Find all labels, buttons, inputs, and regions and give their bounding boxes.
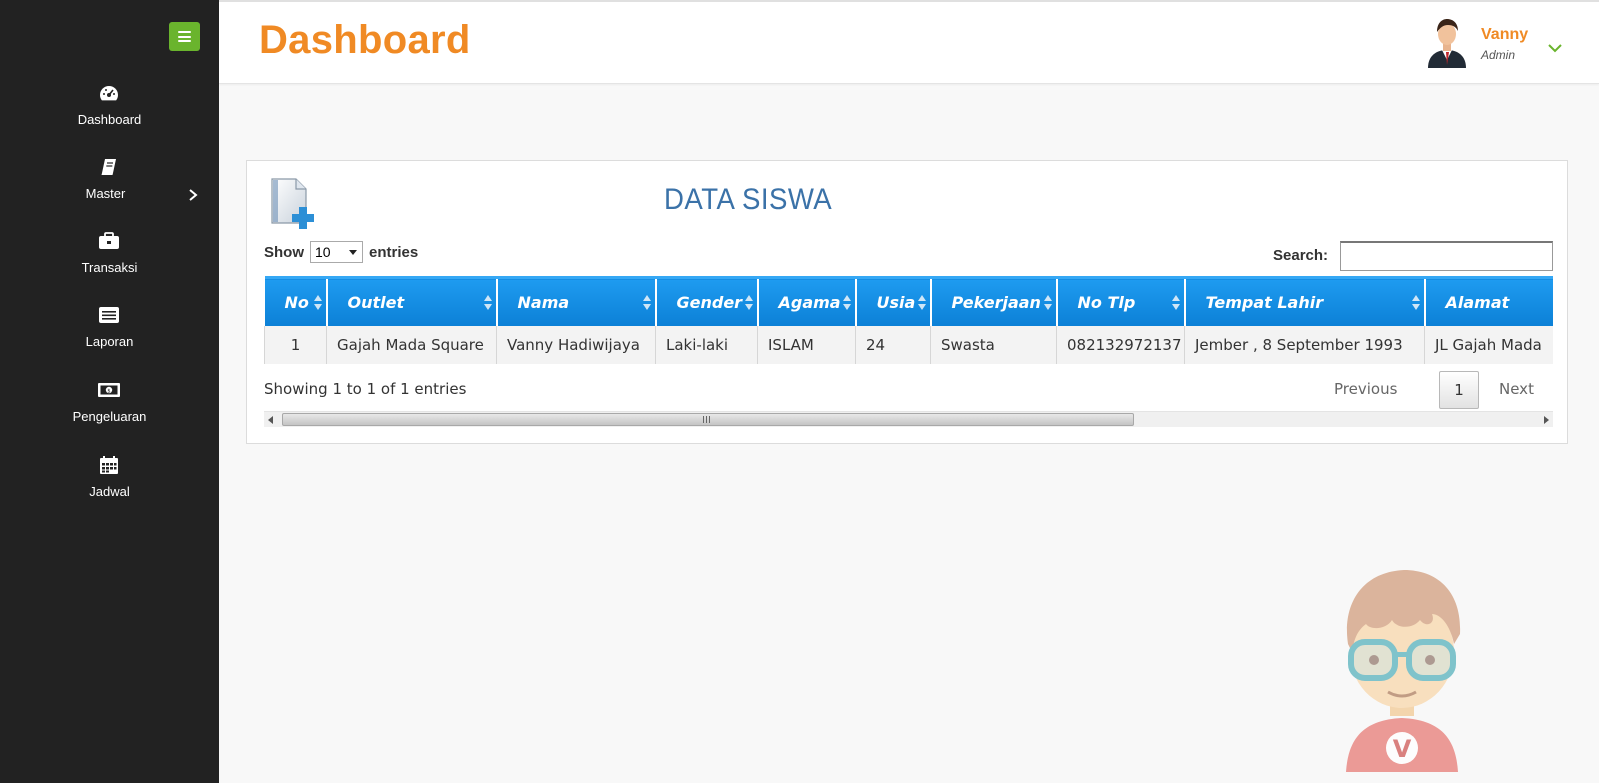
column-header-nama[interactable]: Nama bbox=[496, 276, 657, 326]
column-header-usia[interactable]: Usia bbox=[855, 276, 932, 326]
column-header-alamat[interactable]: Alamat bbox=[1424, 276, 1553, 326]
cell-usia: 24 bbox=[855, 325, 931, 364]
table-info: Showing 1 to 1 of 1 entries bbox=[264, 380, 467, 398]
chevron-right-icon bbox=[189, 189, 198, 201]
dashboard-gauge-icon bbox=[97, 82, 121, 104]
sort-icon bbox=[842, 295, 851, 311]
sort-icon bbox=[1171, 295, 1180, 311]
search-label: Search: bbox=[1273, 247, 1329, 264]
cell-gender: Laki-laki bbox=[655, 325, 758, 364]
sidebar-item-dashboard[interactable]: Dashboard bbox=[0, 82, 219, 144]
caret-down-icon bbox=[349, 250, 357, 255]
sort-icon bbox=[313, 295, 322, 311]
cell-agama: ISLAM bbox=[757, 325, 856, 364]
page-title: Dashboard bbox=[259, 18, 471, 62]
scroll-left-icon[interactable] bbox=[268, 416, 273, 424]
data-table: No Outlet Nama Gender Agama Usia Pekerja… bbox=[264, 276, 1553, 364]
calendar-icon bbox=[97, 454, 121, 476]
sidebar-item-label: Master bbox=[85, 186, 126, 201]
svg-text:V: V bbox=[1393, 735, 1412, 763]
mascot-illustration: V bbox=[1346, 570, 1461, 772]
table-header-row: No Outlet Nama Gender Agama Usia Pekerja… bbox=[264, 276, 1553, 326]
chevron-down-icon[interactable] bbox=[1547, 42, 1563, 54]
hamburger-icon bbox=[178, 31, 191, 42]
pagination-next[interactable]: Next bbox=[1499, 380, 1534, 398]
sort-icon bbox=[917, 295, 926, 311]
column-header-gender[interactable]: Gender bbox=[655, 276, 759, 326]
money-icon: $ bbox=[97, 379, 121, 401]
card-title: DATA SISWA bbox=[664, 183, 833, 216]
sidebar-item-label: Dashboard bbox=[77, 112, 142, 127]
sidebar: Dashboard Master Transaksi Laporan $ Pen… bbox=[0, 0, 219, 783]
sidebar-item-master[interactable]: Master bbox=[0, 156, 219, 218]
sidebar-item-label: Transaksi bbox=[81, 260, 138, 275]
list-icon bbox=[97, 304, 121, 326]
svg-text:$: $ bbox=[107, 388, 110, 394]
user-avatar[interactable] bbox=[1424, 16, 1470, 68]
table-row[interactable]: 1 Gajah Mada Square Vanny Hadiwijaya Lak… bbox=[264, 325, 1553, 364]
sidebar-item-jadwal[interactable]: Jadwal bbox=[0, 454, 219, 516]
entries-label: entries bbox=[369, 243, 419, 261]
sidebar-item-label: Laporan bbox=[85, 334, 134, 349]
menu-toggle-button[interactable] bbox=[169, 22, 200, 51]
top-header: Dashboard Vanny Admin bbox=[219, 0, 1599, 84]
grip-icon bbox=[703, 416, 711, 423]
entries-select-value: 10 bbox=[315, 244, 331, 260]
cell-nama: Vanny Hadiwijaya bbox=[496, 325, 656, 364]
sidebar-item-transaksi[interactable]: Transaksi bbox=[0, 230, 219, 292]
sidebar-item-laporan[interactable]: Laporan bbox=[0, 304, 219, 366]
sidebar-item-label: Pengeluaran bbox=[72, 409, 147, 424]
add-document-icon[interactable] bbox=[269, 177, 317, 229]
cell-outlet: Gajah Mada Square bbox=[326, 325, 497, 364]
column-header-pekerjaan[interactable]: Pekerjaan bbox=[930, 276, 1058, 326]
user-name: Vanny bbox=[1481, 26, 1529, 43]
cell-no-tlp: 082132972137 bbox=[1056, 325, 1185, 364]
sort-icon bbox=[642, 295, 651, 311]
search-input[interactable] bbox=[1340, 241, 1553, 271]
scrollbar-thumb[interactable] bbox=[282, 413, 1134, 426]
cell-tempat-lahir: Jember , 8 September 1993 bbox=[1184, 325, 1425, 364]
entries-select[interactable]: 10 bbox=[310, 241, 363, 263]
column-header-agama[interactable]: Agama bbox=[757, 276, 857, 326]
user-role: Admin bbox=[1481, 48, 1516, 62]
cell-alamat: JL Gajah Mada bbox=[1424, 325, 1553, 364]
briefcase-icon bbox=[97, 230, 121, 252]
pagination-previous[interactable]: Previous bbox=[1334, 380, 1397, 398]
sort-icon bbox=[1411, 295, 1420, 311]
sort-icon bbox=[744, 295, 753, 311]
sidebar-item-pengeluaran[interactable]: $ Pengeluaran bbox=[0, 379, 219, 441]
sort-icon bbox=[1043, 295, 1052, 311]
sidebar-item-label: Jadwal bbox=[89, 484, 130, 499]
show-label: Show bbox=[264, 243, 304, 261]
table-viewport: No Outlet Nama Gender Agama Usia Pekerja… bbox=[264, 276, 1553, 364]
cell-pekerjaan: Swasta bbox=[930, 325, 1057, 364]
column-header-tempat-lahir[interactable]: Tempat Lahir bbox=[1184, 276, 1426, 326]
data-siswa-card: DATA SISWA Show 10 entries Search: No Ou… bbox=[246, 160, 1568, 444]
scroll-right-icon[interactable] bbox=[1544, 416, 1549, 424]
book-icon bbox=[97, 156, 121, 178]
column-header-no[interactable]: No bbox=[264, 276, 328, 326]
column-header-outlet[interactable]: Outlet bbox=[326, 276, 498, 326]
sort-icon bbox=[483, 295, 492, 311]
column-header-no-tlp[interactable]: No Tlp bbox=[1056, 276, 1186, 326]
entries-length-control: Show 10 entries bbox=[264, 241, 418, 263]
cell-no: 1 bbox=[264, 325, 327, 364]
pagination-page-current[interactable]: 1 bbox=[1439, 371, 1479, 409]
horizontal-scrollbar[interactable] bbox=[264, 411, 1553, 427]
